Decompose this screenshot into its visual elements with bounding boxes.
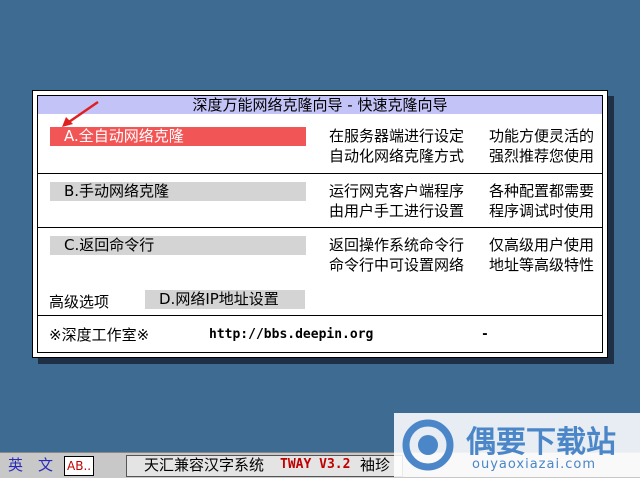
system-version: TWAY V3.2: [280, 457, 351, 472]
desc-line: 强烈推荐您使用: [489, 147, 595, 165]
desc-line: 各种配置都需要: [489, 182, 595, 200]
system-name: 天汇兼容汉字系统: [144, 456, 265, 474]
site-watermark: 偶要下载站 ouyaoxiazai.com: [394, 413, 640, 477]
divider: [38, 315, 602, 316]
option-c-desc-right: 仅高级用户使用 地址等高级特性: [489, 235, 594, 275]
option-command-line-button[interactable]: C.返回命令行: [50, 236, 306, 255]
lang-text[interactable]: 文: [38, 456, 53, 474]
desc-line: 由用户手工进行设置: [329, 202, 465, 220]
dialog-frame: 深度万能网络克隆向导 - 快速克隆向导 A.全自动网络克隆 在服务器端进行设定 …: [37, 95, 603, 353]
footer-dash: -: [481, 327, 489, 342]
option-b-desc-right: 各种配置都需要 程序调试时使用: [489, 181, 594, 221]
desc-line: 自动化网络克隆方式: [329, 147, 465, 165]
desc-line: 程序调试时使用: [489, 202, 595, 220]
dialog-title: 深度万能网络克隆向导 - 快速克隆向导: [38, 96, 602, 114]
option-a-desc-right: 功能方便灵活的 强烈推荐您使用: [489, 126, 594, 166]
option-auto-clone-button[interactable]: A.全自动网络克隆: [50, 127, 306, 146]
watermark-domain: ouyaoxiazai.com: [472, 457, 596, 472]
desc-line: 返回操作系统命令行: [329, 236, 465, 254]
option-ip-settings-button[interactable]: D.网络IP地址设置: [145, 290, 305, 309]
desc-line: 功能方便灵活的: [489, 127, 595, 145]
option-manual-clone-button[interactable]: B.手动网络克隆: [50, 182, 306, 201]
option-b-desc-left: 运行网克客户端程序 由用户手工进行设置: [329, 181, 464, 221]
option-c-desc-left: 返回操作系统命令行 命令行中可设置网络: [329, 235, 464, 275]
desc-line: 运行网克客户端程序: [329, 182, 465, 200]
option-a-desc-left: 在服务器端进行设定 自动化网络克隆方式: [329, 126, 464, 166]
forum-url: http://bbs.deepin.org: [209, 327, 374, 342]
desc-line: 仅高级用户使用: [489, 236, 595, 254]
watermark-brand: 偶要下载站: [466, 425, 616, 460]
desc-line: 地址等高级特性: [489, 256, 595, 274]
studio-label: ※深度工作室※: [49, 326, 150, 344]
lang-en[interactable]: 英: [8, 456, 23, 474]
clone-wizard-dialog: 深度万能网络克隆向导 - 快速克隆向导 A.全自动网络克隆 在服务器端进行设定 …: [32, 90, 608, 358]
desc-line: 命令行中可设置网络: [329, 256, 465, 274]
pointer-arrow-icon: [62, 100, 99, 127]
watermark-logo-icon: [402, 419, 454, 471]
advanced-label: 高级选项: [49, 293, 110, 311]
input-mode-button[interactable]: AB..: [64, 456, 95, 476]
desc-line: 在服务器端进行设定: [329, 127, 465, 145]
divider: [38, 227, 602, 228]
divider: [38, 173, 602, 174]
font-name: 袖珍: [360, 456, 391, 474]
